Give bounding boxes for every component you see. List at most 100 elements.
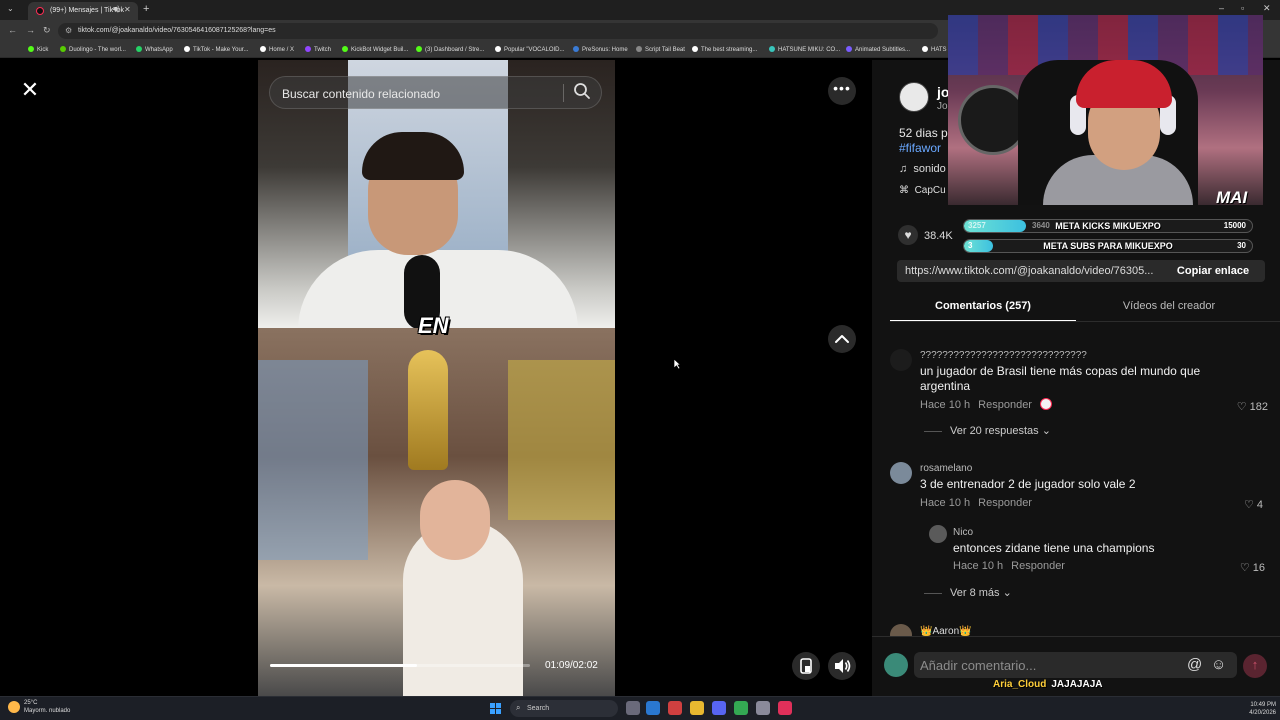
video-player[interactable]: EN 01:09/02:02 <box>258 60 615 696</box>
bookmark-favicon-icon <box>60 46 66 52</box>
comment-avatar[interactable] <box>929 525 947 543</box>
bookmark-item[interactable]: KickBot Widget Buil... <box>342 46 408 53</box>
site-info-icon[interactable]: ⚙ <box>65 26 72 35</box>
stream-chat-message: Aria_Cloud JAJAJAJA <box>993 679 1102 690</box>
bookmark-item[interactable]: The best streaming... <box>692 46 757 53</box>
taskbar-clock[interactable]: 10:49 PM 4/20/2026 <box>1240 701 1276 717</box>
send-comment-button[interactable]: ↑ <box>1243 654 1267 678</box>
heart-icon: ♥ <box>898 225 918 245</box>
comment-username[interactable]: Nico <box>953 527 973 538</box>
post-capcut[interactable]: ⌘ CapCu <box>899 185 946 196</box>
more-options-icon[interactable]: ••• <box>828 77 856 105</box>
bookmark-item[interactable]: Script Tail Beat <box>636 46 685 53</box>
new-tab-button[interactable]: + <box>143 3 149 15</box>
view-more-replies-button[interactable]: Ver 8 más ⌄ <box>924 586 1012 599</box>
related-search-placeholder: Buscar contenido relacionado <box>282 87 441 101</box>
emoji-icon[interactable]: ☺ <box>1211 656 1226 673</box>
pip-icon <box>800 658 812 674</box>
bookmark-favicon-icon <box>28 46 34 52</box>
close-video-button[interactable]: ✕ <box>17 78 43 104</box>
share-link-url[interactable]: https://www.tiktok.com/@joakanaldo/video… <box>905 265 1160 277</box>
search-icon[interactable] <box>572 81 592 101</box>
bookmark-item[interactable]: PreSonus: Home <box>573 46 628 53</box>
like-button[interactable]: ♥ 38.4K <box>898 225 953 245</box>
weather-temperature: 25°C <box>24 700 38 706</box>
bookmark-item[interactable]: Home / X <box>260 46 294 53</box>
stream-chat-text: JAJAJAJA <box>1051 679 1103 690</box>
settings-gear-icon[interactable] <box>756 701 770 715</box>
bookmark-item[interactable]: HATSUNE MIKU: CO... <box>769 46 840 53</box>
copy-link-button[interactable]: Copiar enlace <box>1163 261 1263 281</box>
bookmark-item[interactable]: HATS <box>922 46 947 53</box>
post-capcut-label: CapCu <box>914 185 946 196</box>
browser-tab-tiktok[interactable]: (99+) Mensajes | TikTok <box>28 2 138 20</box>
discord-icon[interactable] <box>712 701 726 715</box>
comment-like[interactable]: ♡ 182 <box>1230 400 1268 413</box>
comment-like[interactable]: ♡ 4 <box>1230 498 1263 511</box>
bookmark-item[interactable]: Kick <box>28 46 48 53</box>
bookmark-item[interactable]: Twitch <box>305 46 331 53</box>
post-sound[interactable]: ♫ sonido <box>899 163 946 175</box>
video-trophy <box>408 350 448 470</box>
video-crowd-left <box>258 360 368 560</box>
video-timecode: 01:09/02:02 <box>545 660 598 671</box>
comment-heart-icon: ♡ <box>1239 562 1253 574</box>
file-explorer-icon[interactable] <box>690 701 704 715</box>
tab-creator-videos[interactable]: Vídeos del creador <box>1076 292 1262 322</box>
chrome-icon[interactable] <box>734 701 748 715</box>
bookmark-item[interactable]: WhatsApp <box>136 46 173 53</box>
video-progress-fill <box>270 664 417 667</box>
picture-in-picture-button[interactable] <box>792 652 820 680</box>
comment-avatar[interactable] <box>890 462 912 484</box>
bookmark-favicon-icon <box>342 46 348 52</box>
volume-icon <box>835 659 851 673</box>
tab-audio-icon[interactable]: ◀) <box>112 5 120 13</box>
forward-icon[interactable]: → <box>26 25 35 35</box>
bookmark-item[interactable]: Duolingo - The worl... <box>60 46 126 53</box>
arrow-up-icon: ↑ <box>1251 657 1259 672</box>
creator-avatar[interactable] <box>899 82 929 112</box>
comment-username[interactable]: rosamelano <box>920 463 972 474</box>
mention-icon[interactable]: @ <box>1187 656 1202 673</box>
url-input[interactable]: ⚙ tiktok.com/@joakanaldo/video/763054641… <box>58 23 938 39</box>
bookmark-item[interactable]: TikTok - Make Your... <box>184 46 248 53</box>
back-icon[interactable]: ← <box>8 25 17 35</box>
reply-button[interactable]: Responder <box>978 497 1032 509</box>
weather-widget[interactable]: 25°C Mayorm. nublado <box>8 699 70 715</box>
volume-button[interactable] <box>828 652 856 680</box>
minimize-icon[interactable]: – <box>1219 3 1224 13</box>
current-user-avatar <box>884 653 908 677</box>
previous-video-button[interactable] <box>828 325 856 353</box>
windows-start-icon[interactable] <box>490 703 502 715</box>
video-progress-bar[interactable] <box>270 664 530 667</box>
music-app-icon[interactable] <box>778 701 792 715</box>
reply-button[interactable]: Responder <box>978 399 1032 411</box>
task-view-icon[interactable] <box>626 701 640 715</box>
comment-like[interactable]: ♡ 16 <box>1228 561 1265 574</box>
comment-username[interactable]: ?????????????????????????????? <box>920 350 1087 361</box>
post-hashtag[interactable]: #fifawor <box>899 141 941 155</box>
comment-text: entonces zidane tiene una champions <box>953 541 1155 555</box>
music-note-icon: ♫ <box>899 163 914 175</box>
tab-comments[interactable]: Comentarios (257) <box>890 292 1076 322</box>
app-red-icon[interactable] <box>668 701 682 715</box>
window-close-icon[interactable]: ✕ <box>1263 3 1271 14</box>
tab-close-icon[interactable]: ✕ <box>124 5 131 14</box>
bookmark-favicon-icon <box>260 46 266 52</box>
taskbar-search[interactable]: ⌕ Search <box>510 700 618 717</box>
view-replies-button[interactable]: Ver 20 respuestas ⌄ <box>924 424 1051 437</box>
related-search-input[interactable]: Buscar contenido relacionado <box>269 76 602 109</box>
bookmark-item[interactable]: (3) Dashboard / Stre... <box>416 46 484 53</box>
bookmark-item[interactable]: Animated Subtitles... <box>846 46 910 53</box>
comment-avatar[interactable] <box>890 349 912 371</box>
bookmark-item[interactable]: Popular "VOCALOID... <box>495 46 565 53</box>
bookmark-favicon-icon <box>846 46 852 52</box>
bookmark-label: Twitch <box>314 47 332 53</box>
reply-button[interactable]: Responder <box>1011 560 1065 572</box>
maximize-icon[interactable]: ▫ <box>1241 3 1244 13</box>
tab-list-icon[interactable]: ⌄ <box>7 4 14 13</box>
comment-like-count: 16 <box>1252 562 1265 574</box>
weather-condition: Mayorm. nublado <box>24 708 71 714</box>
edge-browser-icon[interactable] <box>646 701 660 715</box>
reload-icon[interactable]: ↻ <box>43 25 51 36</box>
